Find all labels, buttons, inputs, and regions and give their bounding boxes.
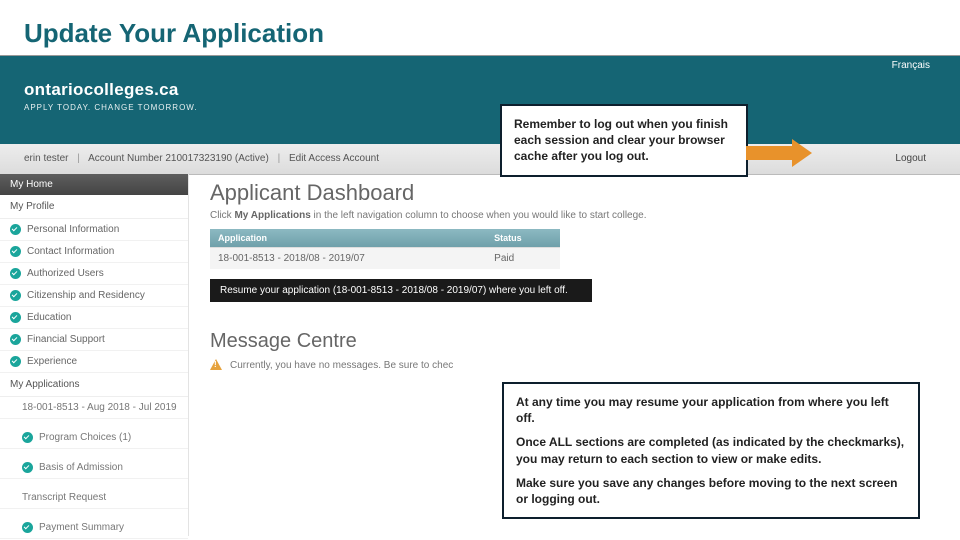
sidebar-item-label: Transcript Request xyxy=(22,492,106,503)
sidebar-item-financial[interactable]: Financial Support xyxy=(0,329,188,351)
check-icon xyxy=(10,290,21,301)
check-icon xyxy=(10,334,21,345)
language-toggle[interactable]: Français xyxy=(892,60,930,71)
callout-instructions: At any time you may resume your applicat… xyxy=(502,382,920,519)
sidebar-item-label: Contact Information xyxy=(27,246,114,257)
sidebar-item-label: Basis of Admission xyxy=(39,462,123,473)
callout-line: Once ALL sections are completed (as indi… xyxy=(516,434,906,466)
sidebar-section-apps[interactable]: My Applications xyxy=(0,373,188,397)
brand: ontariocolleges.ca APPLY TODAY. CHANGE T… xyxy=(24,80,198,112)
check-icon xyxy=(10,312,21,323)
sidebar-item-experience[interactable]: Experience xyxy=(0,351,188,373)
edit-account-link[interactable]: Edit Access Account xyxy=(289,153,379,164)
sidebar-item-label: Program Choices (1) xyxy=(39,432,131,443)
brand-logo: ontariocolleges.ca xyxy=(24,80,198,100)
acct-label: Account Number xyxy=(88,153,162,164)
sidebar-item-programchoices[interactable]: Program Choices (1) xyxy=(0,427,188,449)
sidebar-item-transcript[interactable]: Transcript Request xyxy=(0,487,188,509)
sidebar-item-label: Personal Information xyxy=(27,224,119,235)
screenshot-region: ontariocolleges.ca APPLY TODAY. CHANGE T… xyxy=(0,56,960,536)
sidebar-item-label: Education xyxy=(27,312,71,323)
sidebar-item-label: Payment Summary xyxy=(39,522,124,533)
header-band: ontariocolleges.ca APPLY TODAY. CHANGE T… xyxy=(0,56,960,144)
page-title: Applicant Dashboard xyxy=(210,180,944,206)
sidebar-header: My Home xyxy=(0,174,188,195)
check-icon xyxy=(22,522,33,533)
message-text: Currently, you have no messages. Be sure… xyxy=(230,360,453,371)
message-row: Currently, you have no messages. Be sure… xyxy=(210,359,944,371)
sidebar-item-label: Authorized Users xyxy=(27,268,104,279)
application-table: ApplicationStatus 18-001-8513 - 2018/08 … xyxy=(210,229,560,269)
check-icon xyxy=(10,224,21,235)
callout-logout-reminder: Remember to log out when you finish each… xyxy=(500,104,748,177)
sidebar-item-contact[interactable]: Contact Information xyxy=(0,241,188,263)
user-name: erin tester xyxy=(24,153,68,164)
sidebar-item-appnum[interactable]: 18-001-8513 - Aug 2018 - Jul 2019 xyxy=(0,397,188,419)
table-header-status: Status xyxy=(486,229,560,248)
sidebar-item-education[interactable]: Education xyxy=(0,307,188,329)
sidebar: My Home My Profile Personal Information … xyxy=(0,174,189,536)
callout-line: Make sure you save any changes before mo… xyxy=(516,475,906,507)
table-cell-status: Paid xyxy=(486,248,560,270)
sidebar-item-personal[interactable]: Personal Information xyxy=(0,219,188,241)
sidebar-item-label: Financial Support xyxy=(27,334,105,345)
sidebar-item-label: 18-001-8513 - Aug 2018 - Jul 2019 xyxy=(22,402,177,413)
callout-line: At any time you may resume your applicat… xyxy=(516,394,906,426)
table-header-app: Application xyxy=(210,229,486,248)
resume-banner[interactable]: Resume your application (18-001-8513 - 2… xyxy=(210,279,592,302)
acct-number: 210017323190 xyxy=(165,153,232,164)
warning-icon xyxy=(210,359,222,371)
check-icon xyxy=(22,432,33,443)
page-subtext: Click My Applications in the left naviga… xyxy=(210,210,944,221)
sidebar-item-payment[interactable]: Payment Summary xyxy=(0,517,188,539)
sidebar-item-citizenship[interactable]: Citizenship and Residency xyxy=(0,285,188,307)
logout-link[interactable]: Logout xyxy=(895,153,926,164)
brand-tagline: APPLY TODAY. CHANGE TOMORROW. xyxy=(24,103,198,112)
table-row[interactable]: 18-001-8513 - 2018/08 - 2019/07Paid xyxy=(210,248,560,270)
user-bar: erin tester | Account Number 21001732319… xyxy=(0,144,960,175)
arrow-icon xyxy=(746,139,812,167)
sidebar-item-authusers[interactable]: Authorized Users xyxy=(0,263,188,285)
sidebar-item-basis[interactable]: Basis of Admission xyxy=(0,457,188,479)
acct-status: (Active) xyxy=(235,153,269,164)
table-cell-app: 18-001-8513 - 2018/08 - 2019/07 xyxy=(210,248,486,270)
check-icon xyxy=(10,356,21,367)
check-icon xyxy=(10,246,21,257)
sidebar-section-profile[interactable]: My Profile xyxy=(0,195,188,219)
check-icon xyxy=(22,462,33,473)
sidebar-item-label: Experience xyxy=(27,356,77,367)
slide-title: Update Your Application xyxy=(24,18,960,49)
check-icon xyxy=(10,268,21,279)
message-centre-title: Message Centre xyxy=(210,330,944,353)
sidebar-item-label: Citizenship and Residency xyxy=(27,290,145,301)
